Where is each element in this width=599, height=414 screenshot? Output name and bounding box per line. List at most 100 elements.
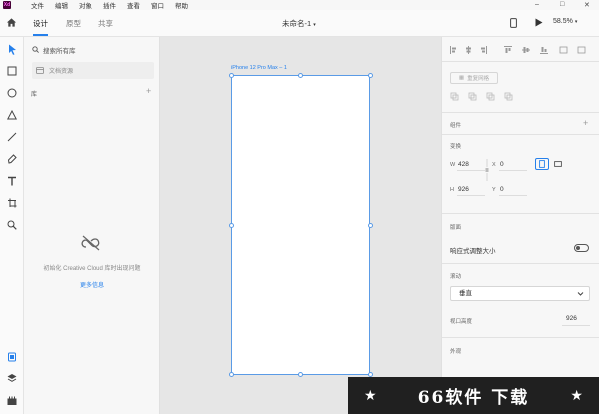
zoom-value: 58.5% xyxy=(553,18,573,25)
viewport-height-label: 视口高度 xyxy=(450,319,473,325)
y-field[interactable]: 0 xyxy=(500,186,504,193)
add-library-button[interactable]: + xyxy=(146,86,151,96)
ellipse-tool-icon[interactable] xyxy=(6,87,18,99)
document-assets-icon xyxy=(36,67,44,74)
tool-bar xyxy=(0,37,24,414)
divider xyxy=(442,337,599,338)
plugins-icon[interactable] xyxy=(6,394,18,406)
search-icon xyxy=(32,46,39,53)
menu-view[interactable]: 查看 xyxy=(127,0,140,10)
libraries-panel-icon[interactable] xyxy=(6,351,18,363)
rectangle-tool-icon[interactable] xyxy=(6,65,18,77)
maximize-icon[interactable]: □ xyxy=(560,1,564,8)
home-icon[interactable] xyxy=(6,17,17,28)
more-info-link[interactable]: 更多信息 xyxy=(24,280,160,289)
menu-edit[interactable]: 编辑 xyxy=(55,0,68,10)
document-title[interactable]: 未命名-1 ▾ xyxy=(282,18,316,29)
toggle-knob xyxy=(576,246,580,250)
design-canvas[interactable]: iPhone 12 Pro Max – 1 xyxy=(160,37,441,414)
scroll-direction-select[interactable]: 垂直 xyxy=(450,286,590,301)
lock-aspect-icon[interactable] xyxy=(485,159,489,181)
responsive-resize-label: 响应式调整大小 xyxy=(450,248,496,255)
resize-handle[interactable] xyxy=(298,73,303,78)
document-assets-label: 文档资源 xyxy=(49,69,74,75)
watermark-banner: ★ 66软件 下载 ★ xyxy=(348,377,599,414)
resize-handle[interactable] xyxy=(368,73,373,78)
menu-plugins[interactable]: 插件 xyxy=(103,0,116,10)
y-label: Y xyxy=(492,187,496,193)
artboard-tool-icon[interactable] xyxy=(6,197,18,209)
tab-share[interactable]: 共享 xyxy=(98,18,113,29)
close-icon[interactable]: ✕ xyxy=(584,1,590,9)
chevron-down-icon xyxy=(577,292,584,296)
creative-cloud-offline-icon xyxy=(81,235,100,251)
divider xyxy=(442,112,599,113)
x-field[interactable]: 0 xyxy=(500,161,504,168)
minimize-icon[interactable]: – xyxy=(535,1,539,8)
device-preview-icon[interactable] xyxy=(510,18,517,28)
search-placeholder: 搜索所有库 xyxy=(43,47,76,55)
responsive-resize-toggle[interactable] xyxy=(574,244,589,252)
y-underline xyxy=(499,195,527,196)
scroll-direction-value: 垂直 xyxy=(459,290,472,297)
divider xyxy=(442,213,599,214)
play-icon[interactable] xyxy=(535,18,543,27)
add-component-button[interactable]: + xyxy=(583,118,588,128)
document-title-text: 未命名-1 xyxy=(282,19,312,28)
repeat-grid-button[interactable]: ▦ 重复网格 xyxy=(450,72,498,84)
resize-handle[interactable] xyxy=(368,223,373,228)
active-tab-indicator xyxy=(33,34,48,36)
boolean-ops-icons[interactable] xyxy=(450,92,520,101)
resize-handle[interactable] xyxy=(229,372,234,377)
resize-handle[interactable] xyxy=(298,372,303,377)
menu-window[interactable]: 窗口 xyxy=(151,0,164,10)
line-tool-icon[interactable] xyxy=(6,131,18,143)
zoom-tool-icon[interactable] xyxy=(6,219,18,231)
x-underline xyxy=(499,170,527,171)
zoom-level[interactable]: 58.5% ▾ xyxy=(553,18,577,25)
landscape-icon xyxy=(554,161,562,167)
align-icons xyxy=(450,46,586,54)
library-search-input[interactable]: 搜索所有库 xyxy=(32,43,154,56)
height-underline xyxy=(457,195,485,196)
repeat-grid-label: 重复网格 xyxy=(467,76,490,82)
landscape-orientation-button[interactable] xyxy=(551,158,565,170)
viewport-height-field[interactable]: 926 xyxy=(566,315,577,322)
document-assets-item[interactable]: 文档资源 xyxy=(32,62,154,79)
transform-label: 变换 xyxy=(450,144,462,150)
star-icon: ★ xyxy=(570,387,583,404)
components-label: 组件 xyxy=(450,123,462,129)
tab-prototype[interactable]: 原型 xyxy=(66,18,81,29)
libraries-header: 库 xyxy=(31,92,38,98)
height-label: H xyxy=(450,187,454,193)
menu-bar: Xd 文件 编辑 对象 插件 查看 窗口 帮助 – □ ✕ xyxy=(0,0,599,10)
tab-bar: 设计 原型 共享 未命名-1 ▾ 58.5% ▾ xyxy=(0,10,599,37)
pen-tool-icon[interactable] xyxy=(6,153,18,165)
artboard-label[interactable]: iPhone 12 Pro Max – 1 xyxy=(231,65,287,71)
divider xyxy=(442,263,599,264)
viewport-height-underline xyxy=(562,325,590,326)
select-tool-icon[interactable] xyxy=(6,43,18,55)
cc-error-message: 初始化 Creative Cloud 库时出现问题 xyxy=(43,266,141,272)
text-tool-icon[interactable] xyxy=(6,175,18,187)
artboard[interactable] xyxy=(231,75,370,375)
menu-file[interactable]: 文件 xyxy=(31,0,44,10)
tab-design[interactable]: 设计 xyxy=(33,18,48,29)
repeat-grid-icon: ▦ xyxy=(458,75,465,81)
width-field[interactable]: 428 xyxy=(458,161,469,168)
layout-label: 版面 xyxy=(450,225,462,231)
layers-icon[interactable] xyxy=(6,372,18,384)
scroll-label: 滚动 xyxy=(450,274,462,280)
menu-object[interactable]: 对象 xyxy=(79,0,92,10)
appearance-label: 外观 xyxy=(450,349,462,355)
portrait-orientation-button[interactable] xyxy=(535,158,549,170)
width-label: W xyxy=(450,162,456,168)
divider xyxy=(442,134,599,135)
watermark-text: 66软件 下载 xyxy=(417,388,530,408)
resize-handle[interactable] xyxy=(229,223,234,228)
polygon-tool-icon[interactable] xyxy=(6,109,18,121)
resize-handle[interactable] xyxy=(229,73,234,78)
height-field[interactable]: 926 xyxy=(458,186,469,193)
menu-help[interactable]: 帮助 xyxy=(175,0,188,10)
width-underline xyxy=(457,170,485,171)
